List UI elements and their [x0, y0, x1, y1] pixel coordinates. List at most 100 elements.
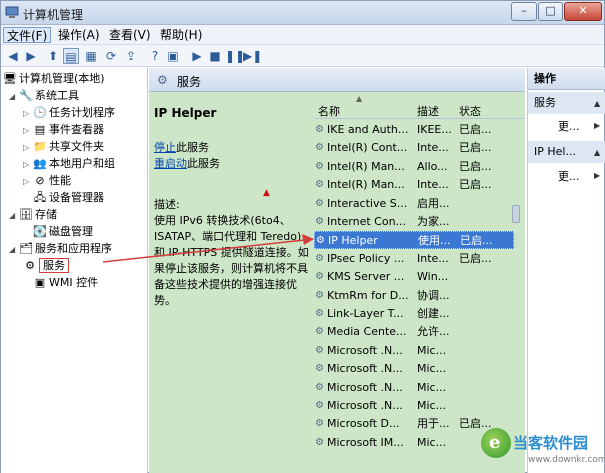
- cell-name: Intel(R) Man...: [327, 159, 405, 173]
- menu-help[interactable]: 帮助(H): [157, 27, 205, 43]
- list-header: ▲ 名称 描述 状态: [314, 94, 525, 119]
- export-icon[interactable]: ⇪: [123, 48, 139, 64]
- service-gear-icon: ⚙: [315, 436, 324, 448]
- tree-label: 存储: [35, 208, 57, 221]
- menu-view[interactable]: 查看(V): [106, 27, 154, 43]
- cell-status: 已启...: [460, 234, 493, 248]
- tree-disk-management[interactable]: 💽 磁盘管理: [33, 224, 93, 240]
- service-gear-icon: ⚙: [315, 289, 324, 301]
- table-row[interactable]: ⚙ Internet Con... 为家...: [314, 213, 514, 231]
- tree-device-manager[interactable]: 🖧 设备管理器: [33, 190, 104, 206]
- table-row[interactable]: ⚙ Microsoft .N... Mic...: [314, 360, 514, 378]
- play-icon[interactable]: ▶: [189, 48, 205, 64]
- collapse-icon[interactable]: ◢: [9, 89, 19, 105]
- tree-event-viewer[interactable]: ▷ ▤ 事件查看器: [23, 122, 104, 138]
- stop-icon[interactable]: ■: [207, 48, 223, 64]
- close-button[interactable]: ✕: [564, 2, 602, 21]
- sort-ascending-icon: ▲: [356, 94, 363, 103]
- table-row[interactable]: ⚙ IP Helper 使用... 已启...: [314, 231, 514, 250]
- expand-icon[interactable]: ▷: [23, 123, 33, 139]
- expand-icon[interactable]: ▷: [23, 140, 33, 156]
- table-row[interactable]: ⚙ IKE and Auth... IKEE... 已启...: [314, 121, 514, 139]
- view-icon[interactable]: ▣: [165, 48, 181, 64]
- menu-action[interactable]: 操作(A): [55, 27, 103, 43]
- service-gear-icon: ⚙: [315, 344, 324, 356]
- table-row[interactable]: ⚙ Microsoft D... 用于... 已启...: [314, 415, 514, 433]
- cell-description: Inte...: [417, 178, 449, 192]
- cell-name: IPsec Policy ...: [327, 251, 405, 265]
- description-label: 描述:: [154, 198, 180, 211]
- restart-icon[interactable]: ▶❚: [243, 48, 262, 64]
- pause-icon[interactable]: ❚❚: [225, 48, 245, 64]
- column-status[interactable]: 状态: [459, 103, 481, 119]
- table-row[interactable]: ⚙ Intel(R) Man... Allo... 已启...: [314, 158, 514, 176]
- tree-performance[interactable]: ▷ ⊘ 性能: [23, 173, 71, 189]
- cell-description: 为家...: [417, 215, 450, 228]
- expand-icon[interactable]: ▷: [23, 157, 33, 173]
- expand-icon[interactable]: ▷: [23, 106, 33, 122]
- cell-description: Win...: [417, 270, 449, 284]
- stop-service-link[interactable]: 停止: [154, 141, 176, 154]
- tree-root[interactable]: 🖥 计算机管理(本地): [3, 71, 105, 87]
- watermark-text: 当客软件园: [513, 434, 589, 452]
- table-row[interactable]: ⚙ Microsoft .N... Mic...: [314, 379, 514, 397]
- collapse-arrow-icon[interactable]: ▲: [594, 99, 600, 108]
- table-row[interactable]: ⚙ Link-Layer T... 创建...: [314, 305, 514, 323]
- watermark-url: www.downkr.com: [528, 455, 605, 465]
- column-name[interactable]: 名称: [318, 103, 340, 119]
- service-gear-icon: ⚙: [315, 216, 324, 227]
- storage-icon: 🗄: [19, 208, 33, 221]
- submenu-arrow-icon: ▶: [594, 121, 601, 130]
- tree-task-scheduler[interactable]: ▷ 🕒 任务计划程序: [23, 105, 115, 121]
- table-row[interactable]: ⚙ Media Cente... 允许...: [314, 323, 514, 341]
- tree-services-apps[interactable]: ◢ 🗂 服务和应用程序: [9, 241, 112, 257]
- table-row[interactable]: ⚙ KtmRm for D... 协调...: [314, 287, 514, 305]
- service-gear-icon: ⚙: [315, 418, 324, 430]
- back-icon[interactable]: ◀: [5, 48, 21, 64]
- forward-icon[interactable]: ▶: [23, 48, 39, 64]
- performance-icon: ⊘: [35, 174, 45, 187]
- column-description[interactable]: 描述: [417, 103, 439, 119]
- table-row[interactable]: ⚙ Intel(R) Man... Inte... 已启...: [314, 176, 514, 194]
- collapse-icon[interactable]: ◢: [9, 208, 19, 224]
- table-row[interactable]: ⚙ Microsoft .N... Mic...: [314, 342, 514, 360]
- wmi-icon: ▣: [34, 276, 46, 289]
- service-gear-icon: ⚙: [315, 124, 324, 135]
- tree-storage[interactable]: ◢ 🗄 存储: [9, 207, 57, 223]
- table-row[interactable]: ⚙ IPsec Policy ... Inte... 已启...: [314, 250, 514, 268]
- tree-services[interactable]: ⚙ 服务: [23, 258, 69, 274]
- tree-label: 服务: [39, 258, 69, 273]
- cell-status: 已启...: [459, 159, 492, 173]
- tree-system-tools[interactable]: ◢ 🔧 系统工具: [9, 88, 79, 104]
- menu-file[interactable]: 文件(F): [3, 27, 52, 43]
- service-gear-icon: ⚙: [315, 381, 324, 393]
- minimize-button[interactable]: –: [511, 2, 537, 21]
- services-header-title: 服务: [177, 75, 202, 89]
- service-title: IP Helper: [154, 106, 217, 120]
- refresh-icon[interactable]: ⟳: [103, 48, 119, 64]
- cell-status: 已启...: [459, 251, 492, 265]
- up-folder-icon[interactable]: ⬆: [45, 48, 61, 64]
- properties-icon[interactable]: ▦: [83, 48, 99, 64]
- title-bar[interactable]: 计算机管理 – □ ✕: [1, 1, 604, 25]
- more-actions-ip-helper[interactable]: 更...: [558, 168, 580, 184]
- console-tree-icon[interactable]: ▤: [63, 48, 79, 64]
- service-gear-icon: ⚙: [316, 235, 325, 247]
- restart-service-link[interactable]: 重启动: [154, 157, 187, 170]
- collapse-icon[interactable]: ◢: [9, 242, 19, 258]
- service-gear-icon: ⚙: [315, 160, 324, 172]
- collapse-arrow-icon[interactable]: ▲: [594, 148, 600, 157]
- tree-local-users[interactable]: ▷ 👥 本地用户和组: [23, 156, 115, 172]
- tree-shared-folders[interactable]: ▷ 📁 共享文件夹: [23, 139, 104, 155]
- table-row[interactable]: ⚙ Interactive S... 启用...: [314, 195, 514, 213]
- tree-wmi[interactable]: ▣ WMI 控件: [33, 275, 98, 291]
- help-icon[interactable]: ?: [147, 48, 163, 64]
- tree-label: 服务和应用程序: [35, 242, 112, 255]
- maximize-button[interactable]: □: [538, 2, 563, 21]
- table-row[interactable]: ⚙ Intel(R) Cont... Inte... 已启...: [314, 139, 514, 157]
- more-actions-services[interactable]: 更...: [558, 118, 580, 134]
- expand-icon[interactable]: ▷: [23, 174, 33, 190]
- table-row[interactable]: ⚙ Microsoft .N... Mic...: [314, 397, 514, 415]
- scrollbar-thumb[interactable]: [512, 205, 520, 223]
- table-row[interactable]: ⚙ KMS Server ... Win...: [314, 268, 514, 286]
